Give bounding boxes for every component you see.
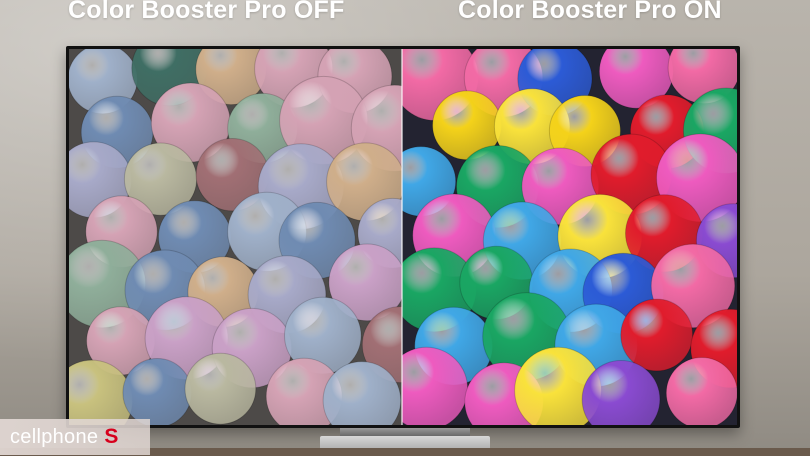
ball xyxy=(184,352,257,425)
balls-image-off xyxy=(69,49,402,425)
panel-booster-off xyxy=(69,49,402,425)
watermark-logo-mark: S xyxy=(104,425,119,448)
caption-booster-off: Color Booster Pro OFF xyxy=(68,0,345,24)
split-divider xyxy=(401,49,403,425)
caption-booster-on: Color Booster Pro ON xyxy=(458,0,722,24)
balls-image-on xyxy=(402,49,737,425)
watermark-text: cellphone xyxy=(10,425,99,448)
ball xyxy=(122,358,192,425)
tv-screen xyxy=(66,46,740,428)
panel-booster-on xyxy=(402,49,737,425)
cellphones-watermark: cellphone S xyxy=(0,419,150,455)
ball xyxy=(620,298,694,372)
ball xyxy=(665,357,737,425)
